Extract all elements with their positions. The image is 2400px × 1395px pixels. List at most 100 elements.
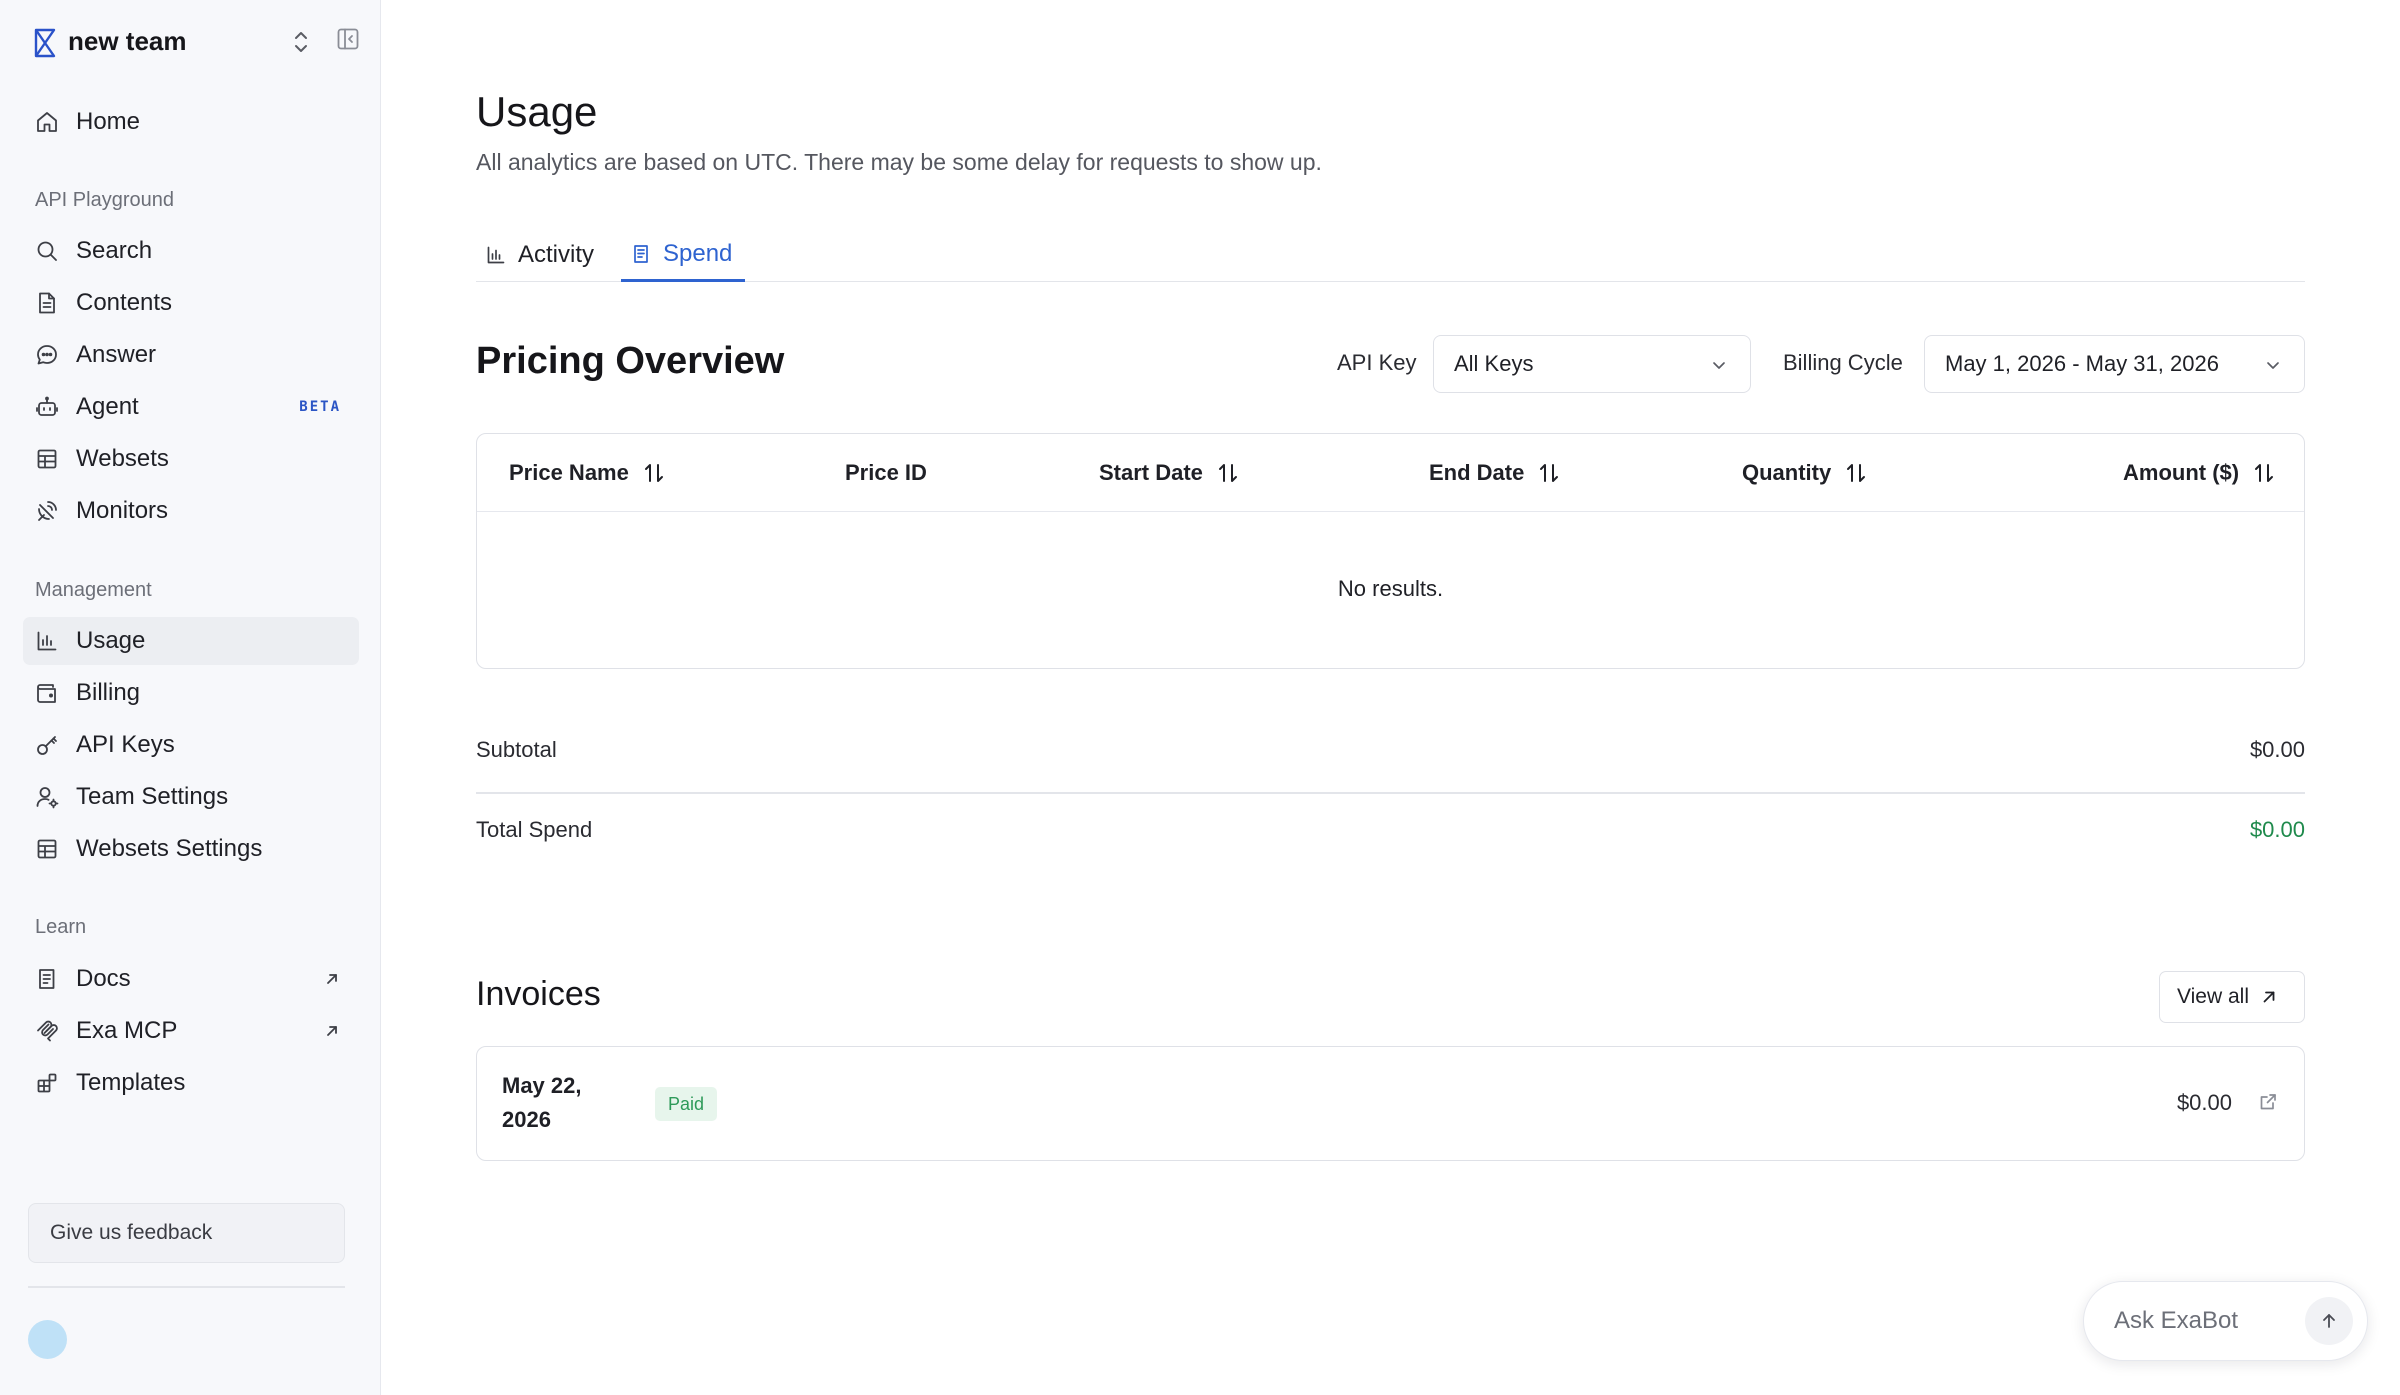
external-link-arrow-icon <box>327 974 337 984</box>
sidebar-item-api-keys[interactable]: API Keys <box>23 721 359 769</box>
chevron-down-icon <box>1713 362 1725 369</box>
exabot-input[interactable] <box>2114 1304 2284 1338</box>
sidebar-item-exa-mcp[interactable]: Exa MCP <box>23 1007 359 1055</box>
sidebar-item-label: Team Settings <box>76 783 229 810</box>
column-header-label: Quantity <box>1742 460 1832 485</box>
user-settings-icon <box>36 787 59 809</box>
mcp-icon <box>37 1020 58 1042</box>
billing-cycle-label: Billing Cycle <box>1783 350 1903 375</box>
column-header-start-date[interactable]: Start Date <box>1099 460 1239 486</box>
sidebar-item-contents[interactable]: Contents <box>23 279 359 327</box>
sidebar-item-websets[interactable]: Websets <box>23 435 359 483</box>
sidebar-item-label: Docs <box>76 965 131 992</box>
sidebar-item-label: Usage <box>76 627 146 654</box>
column-header-price-name[interactable]: Price Name <box>509 460 665 486</box>
section-label-api-playground: API Playground <box>35 189 174 211</box>
api-key-label: API Key <box>1337 350 1417 375</box>
total-spend-value: $0.00 <box>2249 817 2305 842</box>
column-header-label: Start Date <box>1099 460 1203 485</box>
sidebar-item-label: Home <box>76 108 141 135</box>
sidebar-item-label: Websets <box>76 445 169 472</box>
sidebar-item-label: API Keys <box>76 731 175 758</box>
sidebar-item-home[interactable]: Home <box>23 98 359 146</box>
exabot-chat-widget <box>2083 1281 2368 1361</box>
total-spend-row: Total Spend $0.00 <box>476 817 2305 857</box>
arrow-up-icon <box>2323 1314 2335 1328</box>
arrow-up-right-icon <box>2263 991 2275 1003</box>
subtotal-value: $0.00 <box>2249 737 2305 762</box>
search-icon <box>37 241 57 261</box>
sidebar-item-templates[interactable]: Templates <box>23 1059 359 1107</box>
team-name: new team <box>68 26 187 56</box>
page-subtitle: All analytics are based on UTC. There ma… <box>476 149 1322 175</box>
bar-chart-icon <box>487 246 505 264</box>
robot-icon <box>36 396 58 416</box>
invoice-amount: $0.00 <box>2176 1090 2232 1115</box>
tab-activity[interactable]: Activity <box>476 228 614 282</box>
external-link-arrow-icon <box>327 1026 337 1036</box>
subtotal-row: Subtotal $0.00 <box>476 737 2305 777</box>
sidebar-item-search[interactable]: Search <box>23 227 359 275</box>
templates-icon <box>37 1073 57 1093</box>
sidebar-item-answer[interactable]: Answer <box>23 331 359 379</box>
chat-bubble-icon <box>37 345 57 365</box>
column-header-price-id[interactable]: Price ID <box>845 460 927 486</box>
sidebar-item-websets-settings[interactable]: Websets Settings <box>23 825 359 873</box>
satellite-dish-icon <box>38 501 57 521</box>
sidebar-item-label: Billing <box>76 679 141 706</box>
chevron-up-down-icon[interactable] <box>289 29 313 55</box>
section-label-learn: Learn <box>35 916 87 938</box>
sidebar-item-label: Contents <box>76 289 173 316</box>
column-header-amount[interactable]: Amount ($) <box>2123 460 2275 486</box>
feedback-button[interactable]: Give us feedback <box>28 1203 345 1263</box>
page-title: Usage <box>476 88 598 135</box>
sidebar-item-label: Search <box>76 237 153 264</box>
pricing-table: Price Name Price ID Start Date End Date … <box>476 433 2305 669</box>
chevron-down-icon <box>2267 362 2279 369</box>
home-icon <box>37 112 57 132</box>
key-icon <box>37 736 57 755</box>
column-header-label: Amount ($) <box>2123 460 2240 485</box>
sort-arrows-icon <box>1218 464 1237 482</box>
tab-spend[interactable]: Spend <box>621 228 745 282</box>
api-key-select[interactable]: All Keys <box>1433 335 1751 393</box>
exabot-send-button[interactable] <box>2305 1297 2353 1345</box>
view-all-button[interactable]: View all <box>2159 971 2305 1023</box>
sidebar-item-team-settings[interactable]: Team Settings <box>23 773 359 821</box>
column-header-label: Price Name <box>509 460 629 485</box>
sidebar-item-label: Monitors <box>76 497 169 524</box>
sidebar-item-monitors[interactable]: Monitors <box>23 487 359 535</box>
sidebar-item-billing[interactable]: Billing <box>23 669 359 717</box>
api-key-value: All Keys <box>1454 351 1534 376</box>
billing-cycle-value: May 1, 2026 - May 31, 2026 <box>1945 351 2219 376</box>
receipt-icon <box>634 244 648 263</box>
sidebar-item-agent[interactable]: Agent BETA <box>23 383 359 431</box>
team-switcher[interactable]: new team <box>0 0 381 86</box>
beta-badge: BETA <box>299 399 341 415</box>
tab-bar: Activity Spend <box>476 228 2305 282</box>
column-header-quantity[interactable]: Quantity <box>1742 460 1867 486</box>
table-grid-icon <box>37 449 57 469</box>
bar-chart-icon <box>37 631 57 651</box>
table-grid-icon <box>37 839 57 859</box>
document-icon <box>39 292 55 314</box>
external-link-icon[interactable] <box>2258 1092 2278 1112</box>
sort-arrows-icon <box>2255 464 2274 482</box>
column-header-end-date[interactable]: End Date <box>1429 460 1560 486</box>
sort-arrows-icon <box>1540 464 1559 482</box>
pricing-overview-title: Pricing Overview <box>476 340 785 382</box>
sidebar-item-docs[interactable]: Docs <box>23 955 359 1003</box>
avatar[interactable] <box>28 1320 67 1359</box>
view-all-label: View all <box>2177 985 2249 1008</box>
tab-label: Spend <box>663 239 733 267</box>
invoice-row[interactable]: May 22, 2026 Paid $0.00 <box>476 1046 2305 1161</box>
sidebar-collapse-icon[interactable] <box>336 27 360 51</box>
empty-state-text: No results. <box>1337 576 1444 601</box>
tab-label: Activity <box>518 241 595 268</box>
sidebar-item-usage[interactable]: Usage <box>23 617 359 665</box>
book-icon <box>39 969 55 989</box>
sidebar-divider <box>28 1286 345 1288</box>
sidebar-item-label: Agent <box>76 393 139 420</box>
billing-cycle-select[interactable]: May 1, 2026 - May 31, 2026 <box>1924 335 2305 393</box>
total-spend-label: Total Spend <box>476 817 593 842</box>
